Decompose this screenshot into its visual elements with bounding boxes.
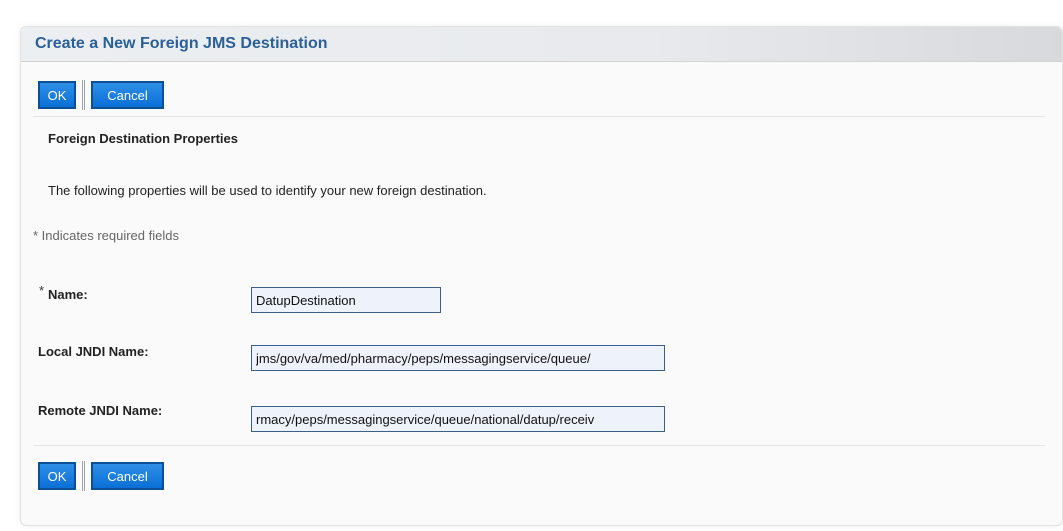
divider (33, 445, 1045, 446)
required-asterisk: * (39, 283, 45, 298)
title-bar: Create a New Foreign JMS Destination (21, 27, 1062, 62)
section-description: The following properties will be used to… (48, 183, 487, 198)
button-separator (82, 80, 85, 110)
name-label: Name: (48, 287, 88, 302)
remote-jndi-input[interactable] (251, 406, 665, 432)
cancel-button-bottom[interactable]: Cancel (91, 462, 164, 490)
name-input[interactable] (251, 287, 441, 313)
form-panel: Create a New Foreign JMS Destination OK … (20, 26, 1063, 526)
page-title: Create a New Foreign JMS Destination (35, 35, 328, 52)
button-separator (82, 461, 85, 491)
cancel-button-top[interactable]: Cancel (91, 81, 164, 109)
required-fields-note: * Indicates required fields (33, 228, 179, 243)
local-jndi-input[interactable] (251, 345, 665, 371)
ok-button-top[interactable]: OK (38, 81, 76, 109)
ok-button-bottom[interactable]: OK (38, 462, 76, 490)
top-button-bar: OK Cancel (38, 80, 164, 110)
bottom-button-bar: OK Cancel (38, 461, 164, 491)
section-heading: Foreign Destination Properties (48, 131, 238, 146)
remote-jndi-label: Remote JNDI Name: (38, 403, 163, 418)
local-jndi-label: Local JNDI Name: (38, 344, 149, 359)
divider (33, 116, 1045, 117)
